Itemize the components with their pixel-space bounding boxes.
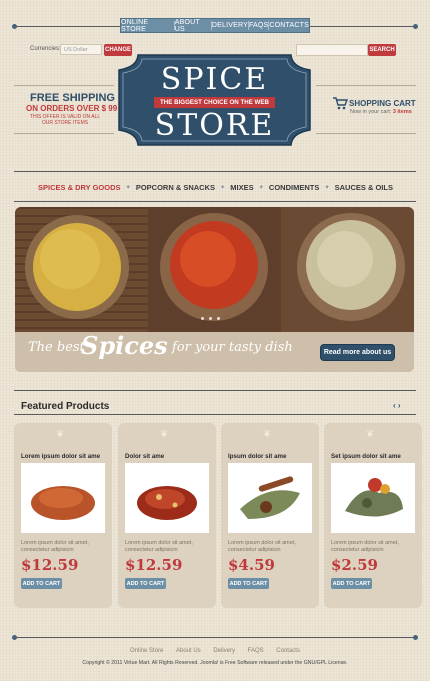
footer-link-about-us[interactable]: About Us [176,648,201,654]
currency-select[interactable]: US Dollar [60,44,102,55]
logo-tagline: THE BIGGEST CHOICE ON THE WEB [154,97,275,108]
menu-separator-icon: ✦ [125,184,131,191]
card-ornament-icon: ❦ [160,429,169,440]
product-card[interactable]: ❦ Ipsum dolor sit ame Lorem ipsum dolor … [221,423,319,608]
cart-status: Now in your cart: 3 items [350,109,412,115]
product-description: Lorem ipsum dolor sit amet, consectetur … [125,540,193,553]
banner-image-saffron [148,207,281,332]
rule-dot [12,24,17,29]
product-image[interactable] [125,463,209,533]
product-image[interactable] [331,463,415,533]
footer-link-contacts[interactable]: Contacts [276,648,300,654]
add-to-cart-button[interactable]: ADD TO CART [21,578,62,589]
hero-banner[interactable]: The best Spices for your tasty dish Read… [15,207,414,372]
card-ornament-icon: ❦ [366,429,375,440]
top-nav: Online Store About Us Delivery FAQs Cont… [120,18,310,33]
product-image[interactable] [228,463,312,533]
menu-rule-top [14,171,416,172]
slider-pagination[interactable] [201,317,220,320]
top-nav-delivery[interactable]: Delivery [212,22,248,29]
top-rule [14,26,120,27]
add-to-cart-button[interactable]: ADD TO CART [125,578,166,589]
top-nav-faqs[interactable]: FAQs [249,22,268,29]
rule-dot [413,635,418,640]
menu-item-popcorn[interactable]: POPCORN & SNACKS [136,183,215,192]
product-name[interactable]: Lorem ipsum dolor sit ame [21,453,100,460]
product-card[interactable]: ❦ Lorem ipsum dolor sit ame Lorem ipsum … [14,423,112,608]
cart-item-count: 3 items [392,109,412,115]
banner-image-herbs [281,207,414,332]
header-divider [316,85,416,86]
top-nav-online-store[interactable]: Online Store [121,19,174,33]
featured-title: Featured Products [21,401,110,412]
header-divider [14,85,114,86]
menu-item-mixes[interactable]: MIXES [230,183,253,192]
rule-dot [413,24,418,29]
currency-label: Currencies: [30,46,61,52]
product-image[interactable] [21,463,105,533]
product-description: Lorem ipsum dolor sit amet, consectetur … [21,540,89,553]
cart-label[interactable]: SHOPPING CART [349,99,416,108]
product-card[interactable]: ❦ Set ipsum dolor sit ame Lorem ipsum do… [324,423,422,608]
header-divider [316,133,416,134]
product-name[interactable]: Dolor sit ame [125,453,164,460]
cart-icon[interactable] [332,96,349,115]
banner-image-curry [15,207,148,332]
read-more-button[interactable]: Read more about us [320,344,395,361]
banner-text-spices: Spices [81,331,168,360]
top-nav-contacts[interactable]: Contacts [269,22,309,29]
footer-nav: Online Store About Us Delivery FAQS Cont… [130,648,300,654]
banner-text-best: The best [28,340,85,355]
menu-separator-icon: ✦ [324,184,330,191]
main-menu: SPICES & DRY GOODS ✦ POPCORN & SNACKS ✦ … [38,180,393,194]
card-ornament-icon: ❦ [263,429,272,440]
banner-text-rest: for your tasty dish [172,340,293,355]
free-shipping-note: THIS OFFER IS VALID ON ALL OUR STORE ITE… [29,114,101,126]
copyright-text: Copyright © 2011 Virtue Mart. All Rights… [82,660,348,666]
featured-rule-bottom [14,414,416,415]
cart-status-prefix: Now in your cart [350,109,390,115]
add-to-cart-button[interactable]: ADD TO CART [228,578,269,589]
add-to-cart-button[interactable]: ADD TO CART [331,578,372,589]
menu-separator-icon: ✦ [220,184,226,191]
menu-separator-icon: ✦ [258,184,264,191]
menu-item-spices[interactable]: SPICES & DRY GOODS [38,183,121,192]
store-logo[interactable]: SPICE THE BIGGEST CHOICE ON THE WEB STOR… [116,52,313,148]
footer-rule [14,637,416,638]
product-price: $2.59 [331,556,378,574]
product-price: $4.59 [228,556,275,574]
top-rule [310,26,416,27]
menu-rule-bottom [14,201,416,202]
footer-link-delivery[interactable]: Delivery [213,648,235,654]
menu-item-sauces[interactable]: SAUCES & OILS [335,183,393,192]
logo-word-spice: SPICE [160,62,269,97]
footer-link-faqs[interactable]: FAQS [248,648,264,654]
header-divider [14,133,114,134]
top-nav-about-us[interactable]: About Us [175,19,211,33]
card-ornament-icon: ❦ [56,429,65,440]
product-price: $12.59 [125,556,183,574]
product-description: Lorem ipsum dolor sit amet, consectetur … [228,540,296,553]
footer-link-online-store[interactable]: Online Store [130,648,163,654]
product-card[interactable]: ❦ Dolor sit ame Lorem ipsum dolor sit am… [118,423,216,608]
free-shipping-subtitle: ON ORDERS OVER $ 99 [26,104,118,113]
product-description: Lorem ipsum dolor sit amet, consectetur … [331,540,399,553]
free-shipping-title: FREE SHIPPING [30,92,115,104]
product-name[interactable]: Ipsum dolor sit ame [228,453,286,460]
menu-item-condiments[interactable]: CONDIMENTS [269,183,319,192]
rule-dot [12,635,17,640]
search-button[interactable]: SEARCH [368,44,396,56]
logo-word-store: STORE [154,108,275,143]
product-name[interactable]: Set ipsum dolor sit ame [331,453,401,460]
featured-rule-top [14,390,416,391]
product-price: $12.59 [21,556,79,574]
featured-arrows[interactable]: ‹ › [393,401,401,410]
